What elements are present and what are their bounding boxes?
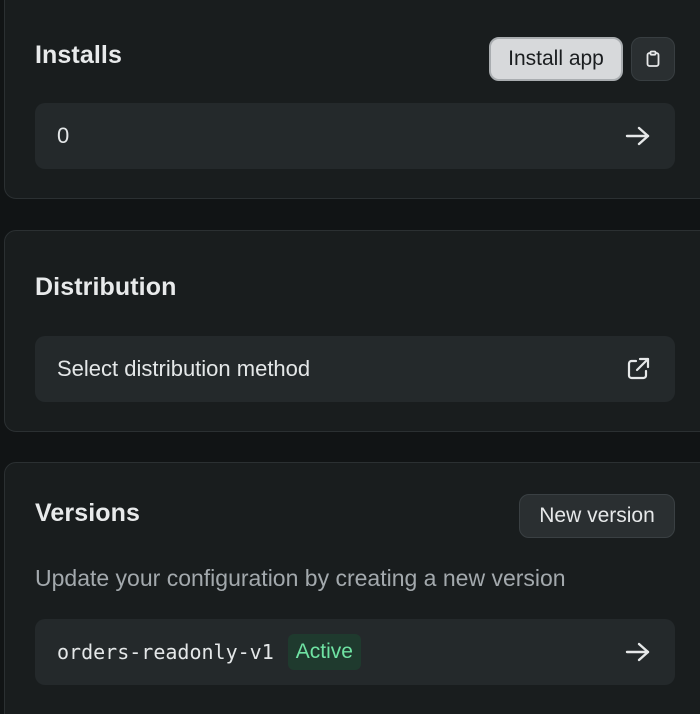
version-info: orders-readonly-v1 Active [57, 634, 361, 670]
version-name: orders-readonly-v1 [57, 640, 274, 664]
arrow-right-icon [625, 125, 651, 147]
distribution-card: Distribution Select distribution method [4, 230, 700, 432]
status-badge: Active [287, 634, 361, 670]
versions-subtitle: Update your configuration by creating a … [35, 565, 566, 591]
install-app-button[interactable]: Install app [489, 37, 623, 81]
copy-button[interactable] [631, 37, 675, 81]
distribution-title: Distribution [35, 273, 177, 301]
page: Installs Install app 0 Distribution Sele… [0, 0, 700, 714]
arrow-right-icon [625, 641, 651, 663]
versions-card: Versions New version Update your configu… [4, 462, 700, 714]
clipboard-icon [643, 49, 663, 69]
versions-title: Versions [35, 499, 141, 527]
installs-count-row[interactable]: 0 [35, 103, 675, 169]
select-distribution-row[interactable]: Select distribution method [35, 336, 675, 402]
installs-card: Installs Install app 0 [4, 0, 700, 199]
new-version-button[interactable]: New version [519, 494, 675, 538]
version-row[interactable]: orders-readonly-v1 Active [35, 619, 675, 685]
external-link-icon [625, 356, 651, 382]
select-distribution-label: Select distribution method [57, 356, 311, 381]
installs-count: 0 [57, 123, 70, 148]
installs-title: Installs [35, 41, 122, 69]
